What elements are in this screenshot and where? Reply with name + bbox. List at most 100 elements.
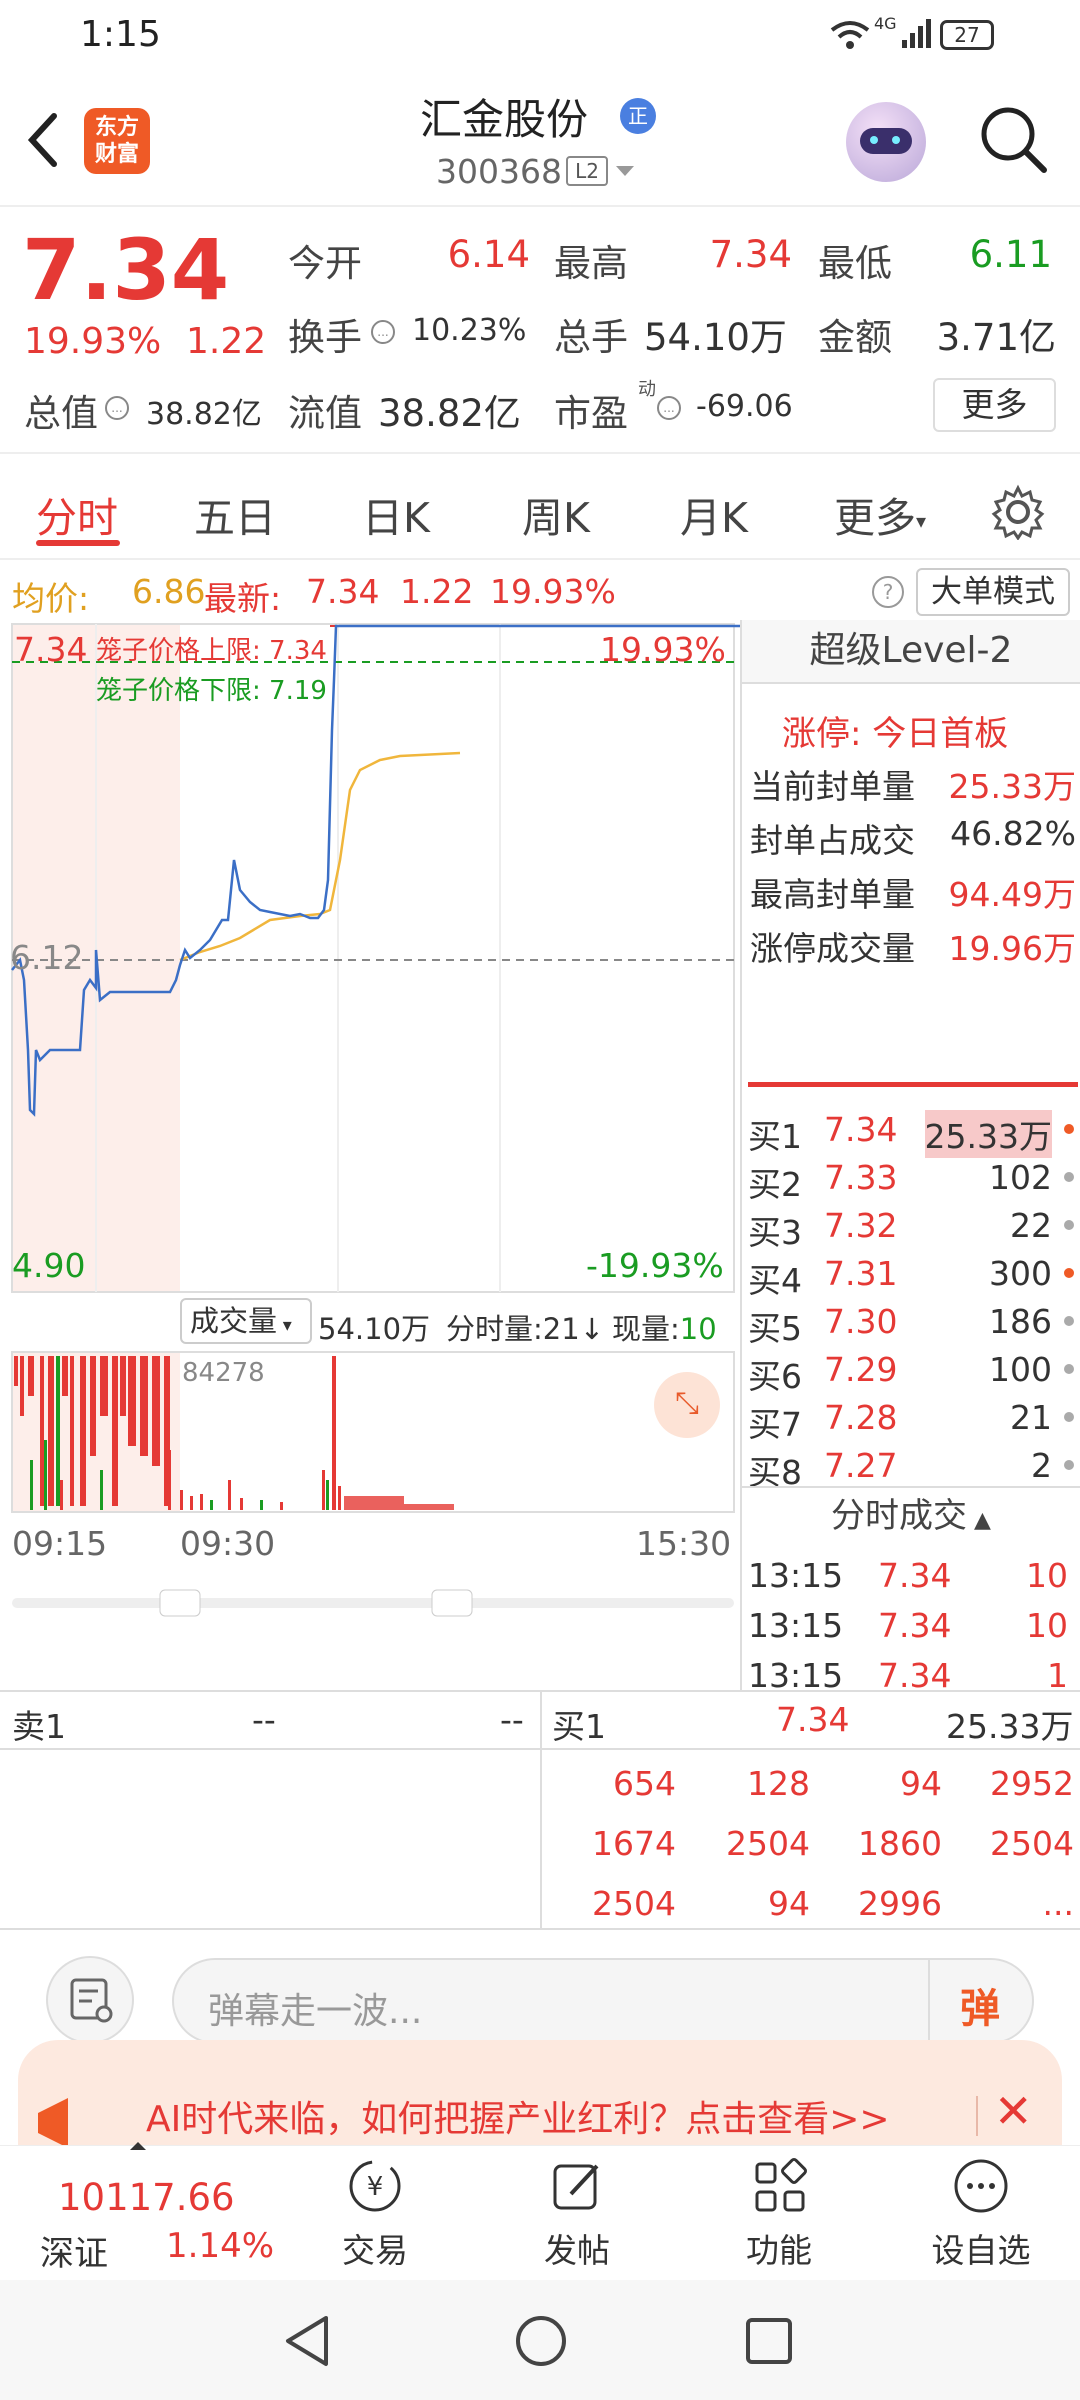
bid-volume: 300	[989, 1254, 1052, 1293]
danmu-placeholder: 弹幕走一波...	[208, 1991, 423, 2032]
index-value[interactable]: 10117.66	[58, 2176, 235, 2219]
quote-panel: 7.34 19.93% 1.22 总值 ... 38.82亿 今开 6.14 最…	[0, 209, 1080, 454]
system-back-icon[interactable]	[282, 2314, 332, 2368]
trade-ticks-header[interactable]: 分时成交 ▲	[742, 1486, 1080, 1546]
search-icon[interactable]	[976, 102, 1050, 176]
battery-icon: 27	[940, 20, 994, 50]
info-circle-icon[interactable]: ...	[656, 395, 682, 421]
prev-close-price: 6.12	[10, 938, 84, 977]
float-cap-value: 38.82亿	[378, 392, 521, 435]
queue-order-volume: 2504	[726, 1824, 810, 1863]
intraday-chart[interactable]: 7.34 笼子价格上限: 7.34 笼子价格下限: 7.19 19.93% 6.…	[0, 620, 740, 1690]
queue-order-volume: 94	[768, 1884, 810, 1923]
queue-order-volume: 2504	[990, 1824, 1074, 1863]
volume-value: 54.10万	[644, 316, 787, 359]
order-queue: 卖1 -- -- 买1 7.34 25.33万 654 128 94 2952 1674…	[0, 1690, 1080, 1930]
tab-monthly-k[interactable]: 月K	[680, 484, 748, 544]
bid-price: 7.32	[824, 1206, 898, 1245]
help-icon[interactable]: ?	[870, 574, 906, 610]
svg-text:...: ...	[111, 401, 122, 415]
info-circle-icon[interactable]: ...	[104, 395, 130, 421]
bid-row: 买5 7.30 186	[748, 1302, 1078, 1350]
grid-apps-icon	[755, 2158, 807, 2212]
dropdown-icon[interactable]	[614, 164, 636, 178]
system-recents-icon[interactable]	[744, 2316, 794, 2366]
more-button[interactable]: 更多	[933, 378, 1056, 432]
nav-post[interactable]: 发帖	[502, 2156, 652, 2272]
order-dot-icon	[1064, 1412, 1074, 1422]
danmu-toggle-icon[interactable]: 弹	[960, 1976, 1000, 2034]
bid-label: 买3	[748, 1213, 802, 1252]
svg-text:?: ?	[883, 580, 894, 604]
yuan-cycle-icon: ¥	[349, 2160, 401, 2212]
indicator-selector[interactable]: 成交量 ▾	[180, 1298, 312, 1344]
bid-volume: 25.33万	[924, 1110, 1052, 1158]
index-percent[interactable]: 1.14%	[166, 2226, 274, 2266]
app-logo[interactable]: 东方 财富	[84, 108, 150, 174]
bid-row: 买6 7.29 100	[748, 1350, 1078, 1398]
order-dot-icon	[1064, 1460, 1074, 1470]
trade-volume: 10	[1026, 1556, 1068, 1595]
trade-time: 13:15	[748, 1606, 844, 1645]
avg-price-value: 6.86	[132, 572, 206, 611]
buy1-price: 7.34	[776, 1700, 850, 1739]
tab-weekly-k[interactable]: 周K	[522, 484, 590, 544]
nav-add-watchlist[interactable]: 设自选	[906, 2156, 1056, 2272]
nav-trade[interactable]: ¥ 交易	[300, 2156, 450, 2272]
expand-icon[interactable]: ⤡	[654, 1372, 720, 1438]
queue-order-volume: 2996	[858, 1884, 942, 1923]
caret-down-icon: ▾	[916, 509, 927, 533]
chart-top-percent: 19.93%	[600, 630, 726, 669]
latest-percent: 19.93%	[490, 572, 616, 611]
stock-name: 汇金股份	[420, 95, 589, 144]
stat-label: 封单占成交	[750, 821, 915, 860]
buy1-volume: 25.33万	[946, 1707, 1074, 1746]
bid-volume: 102	[989, 1158, 1052, 1197]
index-name[interactable]: 深证	[40, 2226, 108, 2275]
down-arrow-icon: ↓	[579, 1312, 604, 1346]
system-home-icon[interactable]	[514, 2314, 568, 2368]
caret-up-icon	[130, 2142, 146, 2150]
bid-row: 买1 7.34 25.33万	[748, 1110, 1078, 1158]
comment-list-icon[interactable]	[46, 1956, 134, 2044]
bid-label: 买2	[748, 1165, 802, 1204]
banner-text: AI时代来临，如何把握产业红利？点击查看>>	[146, 2099, 890, 2140]
trade-row: 13:15 7.34 10	[748, 1556, 1074, 1595]
tab-more[interactable]: 更多▾	[834, 484, 926, 544]
nav-functions[interactable]: 功能	[704, 2156, 854, 2272]
stat-value: 19.96万	[948, 929, 1076, 968]
time-range-track	[12, 1598, 734, 1608]
bid-volume: 186	[989, 1302, 1052, 1341]
info-circle-icon[interactable]: ...	[370, 319, 396, 345]
logo-text-1: 东方	[94, 115, 139, 140]
danmu-input[interactable]: 弹幕走一波... 弹	[172, 1958, 1034, 2044]
bid-price: 7.29	[824, 1350, 898, 1389]
caret-up-icon: ▲	[967, 1508, 991, 1533]
tick-volume: 分时量:21↓	[446, 1306, 604, 1348]
order-dot-icon	[1064, 1268, 1074, 1278]
level2-title[interactable]: 超级Level-2	[742, 620, 1080, 684]
tab-intraday[interactable]: 分时	[36, 484, 118, 544]
settings-gear-icon[interactable]	[990, 484, 1046, 540]
level2-badge[interactable]: L2	[566, 156, 608, 186]
bid-label: 买1	[748, 1117, 802, 1156]
time-start: 09:15	[12, 1524, 108, 1563]
current-volume: 现量:10	[612, 1306, 717, 1348]
bottom-navigation: 10117.66 深证 1.14% ¥ 交易 发帖 功能 设自选	[0, 2142, 1080, 2280]
battery-level: 27	[954, 23, 980, 47]
robot-assistant-icon[interactable]	[846, 102, 926, 182]
promo-banner[interactable]: AI时代来临，如何把握产业红利？点击查看>> ✕	[18, 2040, 1062, 2150]
bid-volume: 100	[989, 1350, 1052, 1389]
level2-panel: 超级Level-2 涨停: 今日首板 当前封单量 25.33万 封单占成交 46.8…	[740, 620, 1080, 1695]
tab-daily-k[interactable]: 日K	[362, 484, 430, 544]
queue-order-volume: ...	[1042, 1884, 1074, 1923]
close-icon[interactable]: ✕	[994, 2084, 1033, 2138]
bid-label: 买6	[748, 1357, 802, 1396]
big-order-mode-button[interactable]: 大单模式	[916, 568, 1070, 616]
time-open: 09:30	[180, 1524, 276, 1563]
chart-tabs: 分时 五日 日K 周K 月K 更多▾	[0, 456, 1080, 560]
indicator-label: 成交量	[190, 1304, 278, 1338]
back-arrow-icon[interactable]	[24, 110, 64, 170]
tab-five-day[interactable]: 五日	[194, 484, 276, 544]
bid-row: 买4 7.31 300	[748, 1254, 1078, 1302]
